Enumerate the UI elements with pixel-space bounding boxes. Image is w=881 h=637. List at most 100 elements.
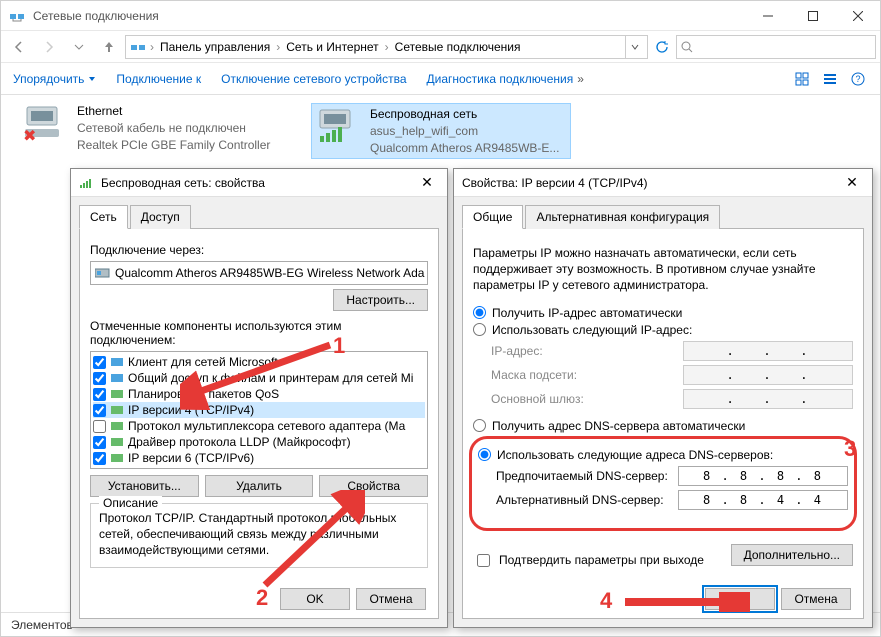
cancel-button[interactable]: Отмена xyxy=(356,588,426,610)
view-list-button[interactable] xyxy=(820,69,840,89)
tab-network[interactable]: Сеть xyxy=(79,205,128,229)
alternate-dns-input[interactable]: 8 . 8 . 4 . 4 xyxy=(678,490,848,510)
command-bar: Упорядочить Подключение к Отключение сет… xyxy=(1,63,880,95)
properties-button[interactable]: Свойства xyxy=(319,475,428,497)
breadcrumb-network[interactable]: Сеть и Интернет xyxy=(284,40,380,54)
breadcrumb-connections[interactable]: Сетевые подключения xyxy=(393,40,523,54)
component-item[interactable]: Протокол мультиплексора сетевого адаптер… xyxy=(93,418,425,434)
configure-button[interactable]: Настроить... xyxy=(333,289,428,311)
ip-address-label: IP-адрес: xyxy=(491,344,675,358)
wireless-icon xyxy=(314,106,362,146)
connection-status: asus_help_wifi_com xyxy=(370,123,559,140)
disable-device-button[interactable]: Отключение сетевого устройства xyxy=(221,72,406,86)
close-button[interactable] xyxy=(835,1,880,31)
radio-ip-auto[interactable]: Получить IP-адрес автоматически xyxy=(473,306,853,320)
help-button[interactable]: ? xyxy=(848,69,868,89)
component-item[interactable]: Драйвер протокола LLDP (Майкрософт) xyxy=(93,434,425,450)
subnet-mask-label: Маска подсети: xyxy=(491,368,675,382)
radio-ip-manual[interactable]: Использовать следующий IP-адрес: xyxy=(473,323,853,337)
install-button[interactable]: Установить... xyxy=(90,475,199,497)
connection-ethernet[interactable]: ✖ Ethernet Сетевой кабель не подключен R… xyxy=(21,103,281,159)
tab-alternative[interactable]: Альтернативная конфигурация xyxy=(525,205,720,229)
organize-menu[interactable]: Упорядочить xyxy=(13,72,96,86)
connection-status: Сетевой кабель не подключен xyxy=(77,120,270,137)
description-title: Описание xyxy=(99,496,162,510)
description-group: Описание Протокол TCP/IP. Стандартный пр… xyxy=(90,503,428,568)
component-item[interactable]: Планировщик пакетов QoS xyxy=(93,386,425,402)
alternate-dns-label: Альтернативный DNS-сервер: xyxy=(496,493,670,507)
ip-address-input: . . . xyxy=(683,341,853,361)
svg-text:?: ? xyxy=(855,74,860,84)
components-list[interactable]: Клиент для сетей Microsoft Общий доступ … xyxy=(90,351,428,469)
chevron-right-icon: › xyxy=(150,40,154,54)
advanced-button[interactable]: Дополнительно... xyxy=(731,544,853,566)
adapter-name-field: Qualcomm Atheros AR9485WB-EG Wireless Ne… xyxy=(90,261,428,285)
protocol-icon xyxy=(110,435,124,449)
connect-to-button[interactable]: Подключение к xyxy=(116,72,201,86)
status-text: Элементов xyxy=(11,618,73,632)
back-button[interactable] xyxy=(5,34,33,60)
protocol-icon xyxy=(110,419,124,433)
ok-button[interactable]: OK xyxy=(705,588,775,610)
search-input[interactable] xyxy=(676,35,876,59)
component-item[interactable]: Клиент для сетей Microsoft xyxy=(93,354,425,370)
chevron-right-icon: › xyxy=(276,40,280,54)
diagnose-button[interactable]: Диагностика подключения » xyxy=(427,72,584,86)
connection-wireless[interactable]: Беспроводная сеть asus_help_wifi_com Qua… xyxy=(311,103,571,159)
share-icon xyxy=(110,371,124,385)
confirm-on-exit-checkbox[interactable]: Подтвердить параметры при выходе xyxy=(473,551,721,570)
window-title: Сетевые подключения xyxy=(33,9,745,23)
dialog-titlebar: Беспроводная сеть: свойства ✕ xyxy=(71,169,447,197)
breadcrumb-dropdown[interactable] xyxy=(625,36,643,58)
qos-icon xyxy=(110,387,124,401)
search-icon xyxy=(681,41,693,53)
subnet-mask-input: . . . xyxy=(683,365,853,385)
dialog-titlebar: Свойства: IP версии 4 (TCP/IPv4) ✕ xyxy=(454,169,872,197)
component-checkbox[interactable] xyxy=(93,420,106,433)
ok-button[interactable]: OK xyxy=(280,588,350,610)
component-checkbox[interactable] xyxy=(93,388,106,401)
radio-dns-manual[interactable]: Использовать следующие адреса DNS-сервер… xyxy=(478,448,848,462)
preferred-dns-input[interactable]: 8 . 8 . 8 . 8 xyxy=(678,466,848,486)
connections-list: ✖ Ethernet Сетевой кабель не подключен R… xyxy=(1,95,880,167)
chevron-right-icon: › xyxy=(385,40,389,54)
refresh-button[interactable] xyxy=(650,35,674,59)
close-icon[interactable]: ✕ xyxy=(415,171,439,195)
breadcrumb[interactable]: › Панель управления › Сеть и Интернет › … xyxy=(125,35,648,59)
component-checkbox[interactable] xyxy=(93,404,106,417)
connection-name: Ethernet xyxy=(77,103,270,120)
forward-button[interactable] xyxy=(35,34,63,60)
component-checkbox[interactable] xyxy=(93,452,106,465)
components-label: Отмеченные компоненты используются этим … xyxy=(90,319,428,347)
component-item[interactable]: Общий доступ к файлам и принтерам для се… xyxy=(93,370,425,386)
adapter-properties-dialog: Беспроводная сеть: свойства ✕ Сеть Досту… xyxy=(70,168,448,628)
ethernet-icon: ✖ xyxy=(21,103,69,143)
maximize-button[interactable] xyxy=(790,1,835,31)
description-text: Протокол TCP/IP. Стандартный протокол гл… xyxy=(99,510,419,559)
tab-general[interactable]: Общие xyxy=(462,205,523,229)
up-button[interactable] xyxy=(95,34,123,60)
dns-highlight-annotation: Использовать следующие адреса DNS-сервер… xyxy=(469,436,857,531)
tab-access[interactable]: Доступ xyxy=(130,205,191,229)
remove-button[interactable]: Удалить xyxy=(205,475,314,497)
radio-dns-auto[interactable]: Получить адрес DNS-сервера автоматически xyxy=(473,419,853,433)
gateway-input: . . . xyxy=(683,389,853,409)
component-checkbox[interactable] xyxy=(93,372,106,385)
recent-button[interactable] xyxy=(65,34,93,60)
titlebar: Сетевые подключения xyxy=(1,1,880,31)
connection-name: Беспроводная сеть xyxy=(370,106,559,123)
tab-strip: Общие Альтернативная конфигурация xyxy=(462,205,864,229)
tab-strip: Сеть Доступ xyxy=(79,205,439,229)
breadcrumb-control-panel[interactable]: Панель управления xyxy=(158,40,272,54)
component-item[interactable]: IP версии 6 (TCP/IPv6) xyxy=(93,450,425,466)
component-checkbox[interactable] xyxy=(93,356,106,369)
connect-via-label: Подключение через: xyxy=(90,243,428,257)
component-item-ipv4[interactable]: IP версии 4 (TCP/IPv4) xyxy=(93,402,425,418)
preferred-dns-label: Предпочитаемый DNS-сервер: xyxy=(496,469,670,483)
minimize-button[interactable] xyxy=(745,1,790,31)
close-icon[interactable]: ✕ xyxy=(840,171,864,195)
view-icons-button[interactable] xyxy=(792,69,812,89)
cancel-button[interactable]: Отмена xyxy=(781,588,851,610)
wireless-icon xyxy=(79,175,95,191)
component-checkbox[interactable] xyxy=(93,436,106,449)
